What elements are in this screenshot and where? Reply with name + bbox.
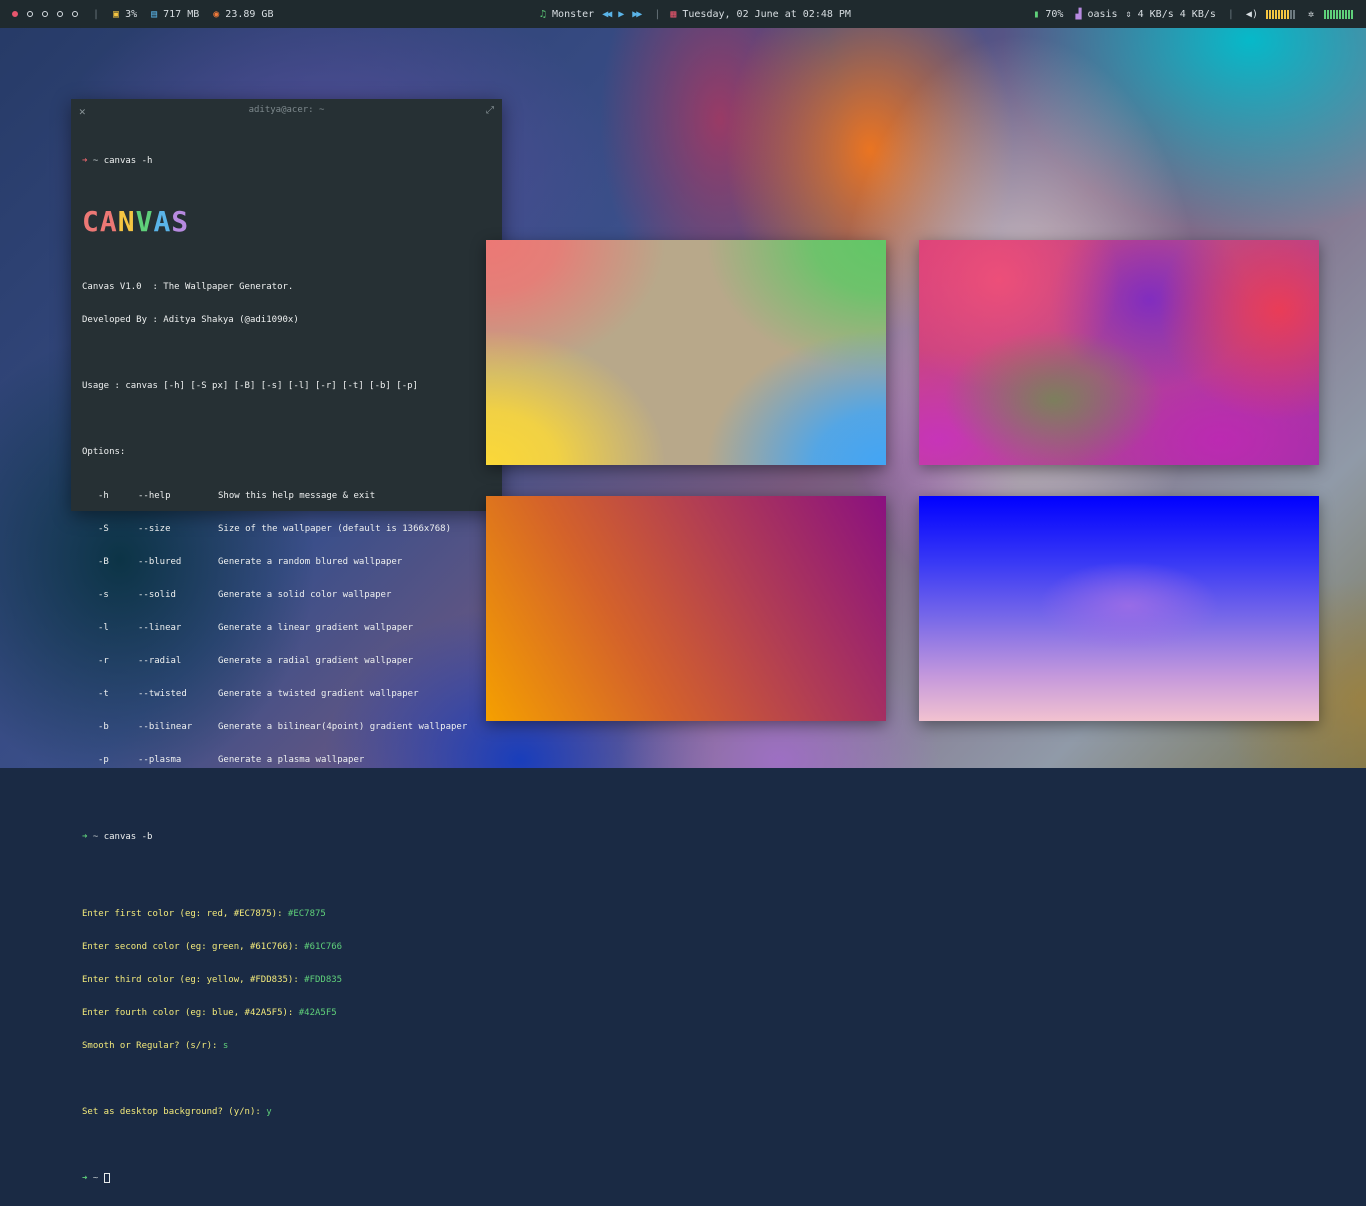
terminal-title: aditya@acer: ~ <box>248 105 325 115</box>
workspace-5[interactable] <box>72 11 78 17</box>
network-speed: 4 KB/s 4 KB/s <box>1137 8 1216 20</box>
workspace-2[interactable] <box>27 11 33 17</box>
logo-letter: C <box>82 205 100 238</box>
bar-separator: | <box>93 8 100 20</box>
option-row: -b --bilinear Generate a bilinear(4point) … <box>98 722 468 732</box>
volume-icon[interactable]: ◀) <box>1246 9 1258 20</box>
music-track: Monster <box>552 8 595 20</box>
volume-level-bars[interactable] <box>1265 9 1296 19</box>
disk-widget: ◉ 23.89 GB <box>213 9 273 20</box>
option-row: -p --plasma Generate a plasma wallpaper <box>98 755 365 765</box>
cpu-icon: ▣ <box>113 8 120 20</box>
memory-icon: ▤ <box>151 8 158 20</box>
bar-separator: | <box>1227 8 1234 20</box>
network-name: oasis <box>1087 8 1118 20</box>
logo-letter: S <box>171 205 190 238</box>
battery-icon: ▮ <box>1033 8 1040 20</box>
prompt-line: Enter first color (eg: red, #EC7875): #E… <box>82 909 326 919</box>
terminal-output[interactable]: ➜ ~ canvas -h C A N V A S Canvas V1.0 : … <box>82 134 467 1206</box>
logo-letter: N <box>117 205 136 238</box>
prompt-line: Enter second color (eg: green, #61C766):… <box>82 942 343 952</box>
intro-line: Developed By : Aditya Shakya (@adi1090x) <box>82 315 299 325</box>
prompt-arrow-icon: ➜ <box>82 1173 88 1184</box>
calendar-icon: ▦ <box>670 8 677 20</box>
twisted-wallpaper-preview <box>919 496 1319 721</box>
command-line: ➜ ~ canvas -b <box>82 832 153 842</box>
text-cursor <box>103 1173 110 1183</box>
prompt-line: Smooth or Regular? (s/r): s <box>82 1041 229 1051</box>
option-row: -t --twisted Generate a twisted gradient w… <box>98 689 419 699</box>
brightness-icon[interactable]: ✲ <box>1308 9 1314 20</box>
active-prompt[interactable]: ➜ ~ <box>82 1173 467 1184</box>
canvas-logo: C A N V A S <box>82 205 467 238</box>
workspace-1[interactable] <box>12 11 18 17</box>
cpu-usage: 3% <box>125 8 138 20</box>
logo-letter: V <box>135 205 154 238</box>
bar-separator: | <box>654 8 661 20</box>
option-row: -B --blured Generate a random blured wallp… <box>98 557 403 567</box>
logo-letter: A <box>99 205 118 238</box>
blurred-wallpaper-preview <box>919 240 1319 465</box>
prompt-line: Enter third color (eg: yellow, #FDD835):… <box>82 975 343 985</box>
previous-track-icon[interactable]: ◀◀ <box>602 9 612 20</box>
transfer-icon: ⇕ <box>1125 8 1132 20</box>
option-row: -s --solid Generate a solid color wallpape… <box>98 590 392 600</box>
top-bar: | ▣ 3% ▤ 717 MB ◉ 23.89 GB ♫ Monster ◀◀ … <box>0 0 1366 28</box>
prompt-line: Enter fourth color (eg: blue, #42A5F5): … <box>82 1008 337 1018</box>
option-row: -S --size Size of the wallpaper (default i… <box>98 524 451 534</box>
bar-left-section: | ▣ 3% ▤ 717 MB ◉ 23.89 GB <box>12 0 287 28</box>
option-row: -l --linear Generate a linear gradient wal… <box>98 623 414 633</box>
usage-line: Usage : canvas [-h] [-S px] [-B] [-s] [-… <box>82 381 418 391</box>
logo-letter: A <box>153 205 172 238</box>
brightness-level-bars[interactable] <box>1324 9 1354 19</box>
next-track-icon[interactable]: ▶▶ <box>632 9 642 20</box>
terminal-titlebar[interactable]: ✕ aditya@acer: ~ ⤢ <box>71 99 502 123</box>
play-icon[interactable]: ▶ <box>618 9 624 20</box>
disk-usage: 23.89 GB <box>225 8 274 20</box>
option-row: -h --help Show this help message & exit <box>98 491 376 501</box>
battery-level: 70% <box>1045 8 1064 20</box>
linear-wallpaper-preview <box>486 496 886 721</box>
bar-center-section: ♫ Monster ◀◀ ▶ ▶▶ | ▦ Tuesday, 02 June a… <box>540 0 851 28</box>
bar-right-section: ▮ 70% ▟ oasis ⇕ 4 KB/s 4 KB/s | ◀) ✲ <box>1033 0 1354 28</box>
terminal-window[interactable]: ✕ aditya@acer: ~ ⤢ ➜ ~ canvas -h C A N V… <box>71 99 502 1184</box>
memory-usage: 717 MB <box>163 8 200 20</box>
maximize-icon[interactable]: ⤢ <box>486 105 494 116</box>
disk-icon: ◉ <box>213 8 220 20</box>
option-row: -r --radial Generate a radial gradient wal… <box>98 656 414 666</box>
date-time: Tuesday, 02 June at 02:48 PM <box>682 8 851 20</box>
workspace-4[interactable] <box>57 11 63 17</box>
bilinear-wallpaper-preview <box>486 240 886 465</box>
options-label: Options: <box>82 447 126 457</box>
memory-widget: ▤ 717 MB <box>151 9 199 20</box>
prompt-line: Set as desktop background? (y/n): y <box>82 1107 272 1117</box>
command-line: ➜ ~ canvas -h <box>82 156 153 166</box>
intro-line: Canvas V1.0 : The Wallpaper Generator. <box>82 282 294 292</box>
prompt-arrow-icon: ➜ <box>82 156 88 166</box>
wifi-icon: ▟ <box>1075 8 1082 20</box>
workspace-3[interactable] <box>42 11 48 17</box>
cpu-widget: ▣ 3% <box>113 9 137 20</box>
music-note-icon: ♫ <box>540 8 547 20</box>
prompt-arrow-icon: ➜ <box>82 832 88 842</box>
